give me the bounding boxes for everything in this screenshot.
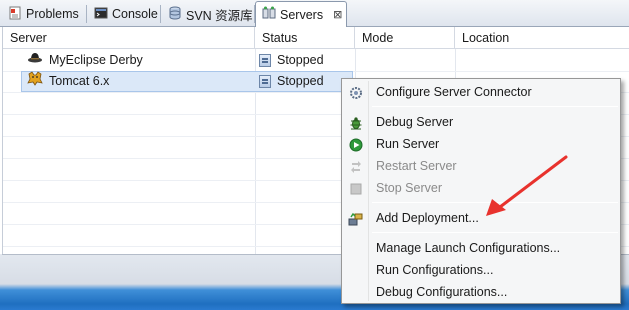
server-cell: Tomcat 6.x (27, 71, 109, 91)
close-tab-icon[interactable]: ⊠ (333, 8, 342, 21)
status-cell: Stopped (259, 71, 324, 91)
tab-label-servers: Servers (280, 7, 324, 22)
menu-item-label: Debug Server (376, 115, 454, 129)
run-icon (348, 137, 364, 153)
tab-servers[interactable]: Servers ⊠ (255, 1, 347, 27)
server-cell: MyEclipse Derby (27, 50, 143, 70)
stop-icon (348, 181, 364, 197)
menu-item-label: Add Deployment... (376, 211, 479, 225)
menu-item-label: Stop Server (376, 181, 443, 195)
tab-label-problems: Problems (26, 7, 79, 21)
configure-connector-icon (348, 85, 364, 101)
menu-item-add-deployment[interactable]: Add Deployment... (344, 207, 618, 229)
menu-item-run-server[interactable]: Run Server (344, 133, 618, 155)
menu-item-debug-configurations[interactable]: Debug Configurations... (344, 281, 618, 303)
menu-item-label: Run Configurations... (376, 263, 494, 277)
menu-item-label: Restart Server (376, 159, 457, 173)
add-deployment-icon (348, 211, 364, 227)
menu-item-configure-server-connector[interactable]: Configure Server Connector (344, 81, 618, 103)
problems-icon (8, 6, 22, 23)
tomcat-server-icon (27, 70, 43, 92)
menu-item-label: Debug Configurations... (376, 285, 508, 299)
column-header-server[interactable]: Server (3, 27, 255, 49)
column-header-mode[interactable]: Mode (355, 27, 455, 49)
tab-svn-repository[interactable]: SVN 资源库 (162, 2, 255, 26)
column-header-status[interactable]: Status (255, 27, 355, 49)
menu-item-restart-server[interactable]: Restart Server (344, 155, 618, 177)
svn-repository-icon (168, 6, 182, 23)
server-context-menu: Configure Server Connector Debug Server … (341, 78, 621, 304)
column-header-location[interactable]: Location (455, 27, 629, 49)
debug-icon (348, 115, 364, 131)
menu-item-label: Manage Launch Configurations... (376, 241, 561, 255)
server-name: MyEclipse Derby (49, 53, 143, 67)
tab-problems[interactable]: Problems (2, 2, 87, 26)
server-name: Tomcat 6.x (49, 74, 110, 88)
menu-item-manage-launch-configurations[interactable]: Manage Launch Configurations... (344, 237, 618, 259)
menu-item-stop-server[interactable]: Stop Server (344, 177, 618, 199)
tab-console[interactable]: Console (88, 2, 161, 26)
derby-server-icon (27, 50, 43, 70)
restart-icon (348, 159, 364, 175)
menu-item-label: Run Server (376, 137, 440, 151)
view-tab-bar: Problems Console SVN 资源库 Servers ⊠ (0, 0, 629, 27)
servers-icon (262, 6, 276, 23)
menu-item-label: Configure Server Connector (376, 85, 532, 99)
server-status: Stopped (277, 53, 324, 67)
console-icon (94, 6, 108, 23)
tab-label-console: Console (112, 7, 158, 21)
status-cell: Stopped (259, 50, 324, 70)
tab-label-svn-repository: SVN 资源库 (186, 8, 253, 23)
menu-item-run-configurations[interactable]: Run Configurations... (344, 259, 618, 281)
stopped-status-icon (259, 74, 271, 88)
stopped-status-icon (259, 53, 271, 67)
server-status: Stopped (277, 74, 324, 88)
menu-item-debug-server[interactable]: Debug Server (344, 111, 618, 133)
